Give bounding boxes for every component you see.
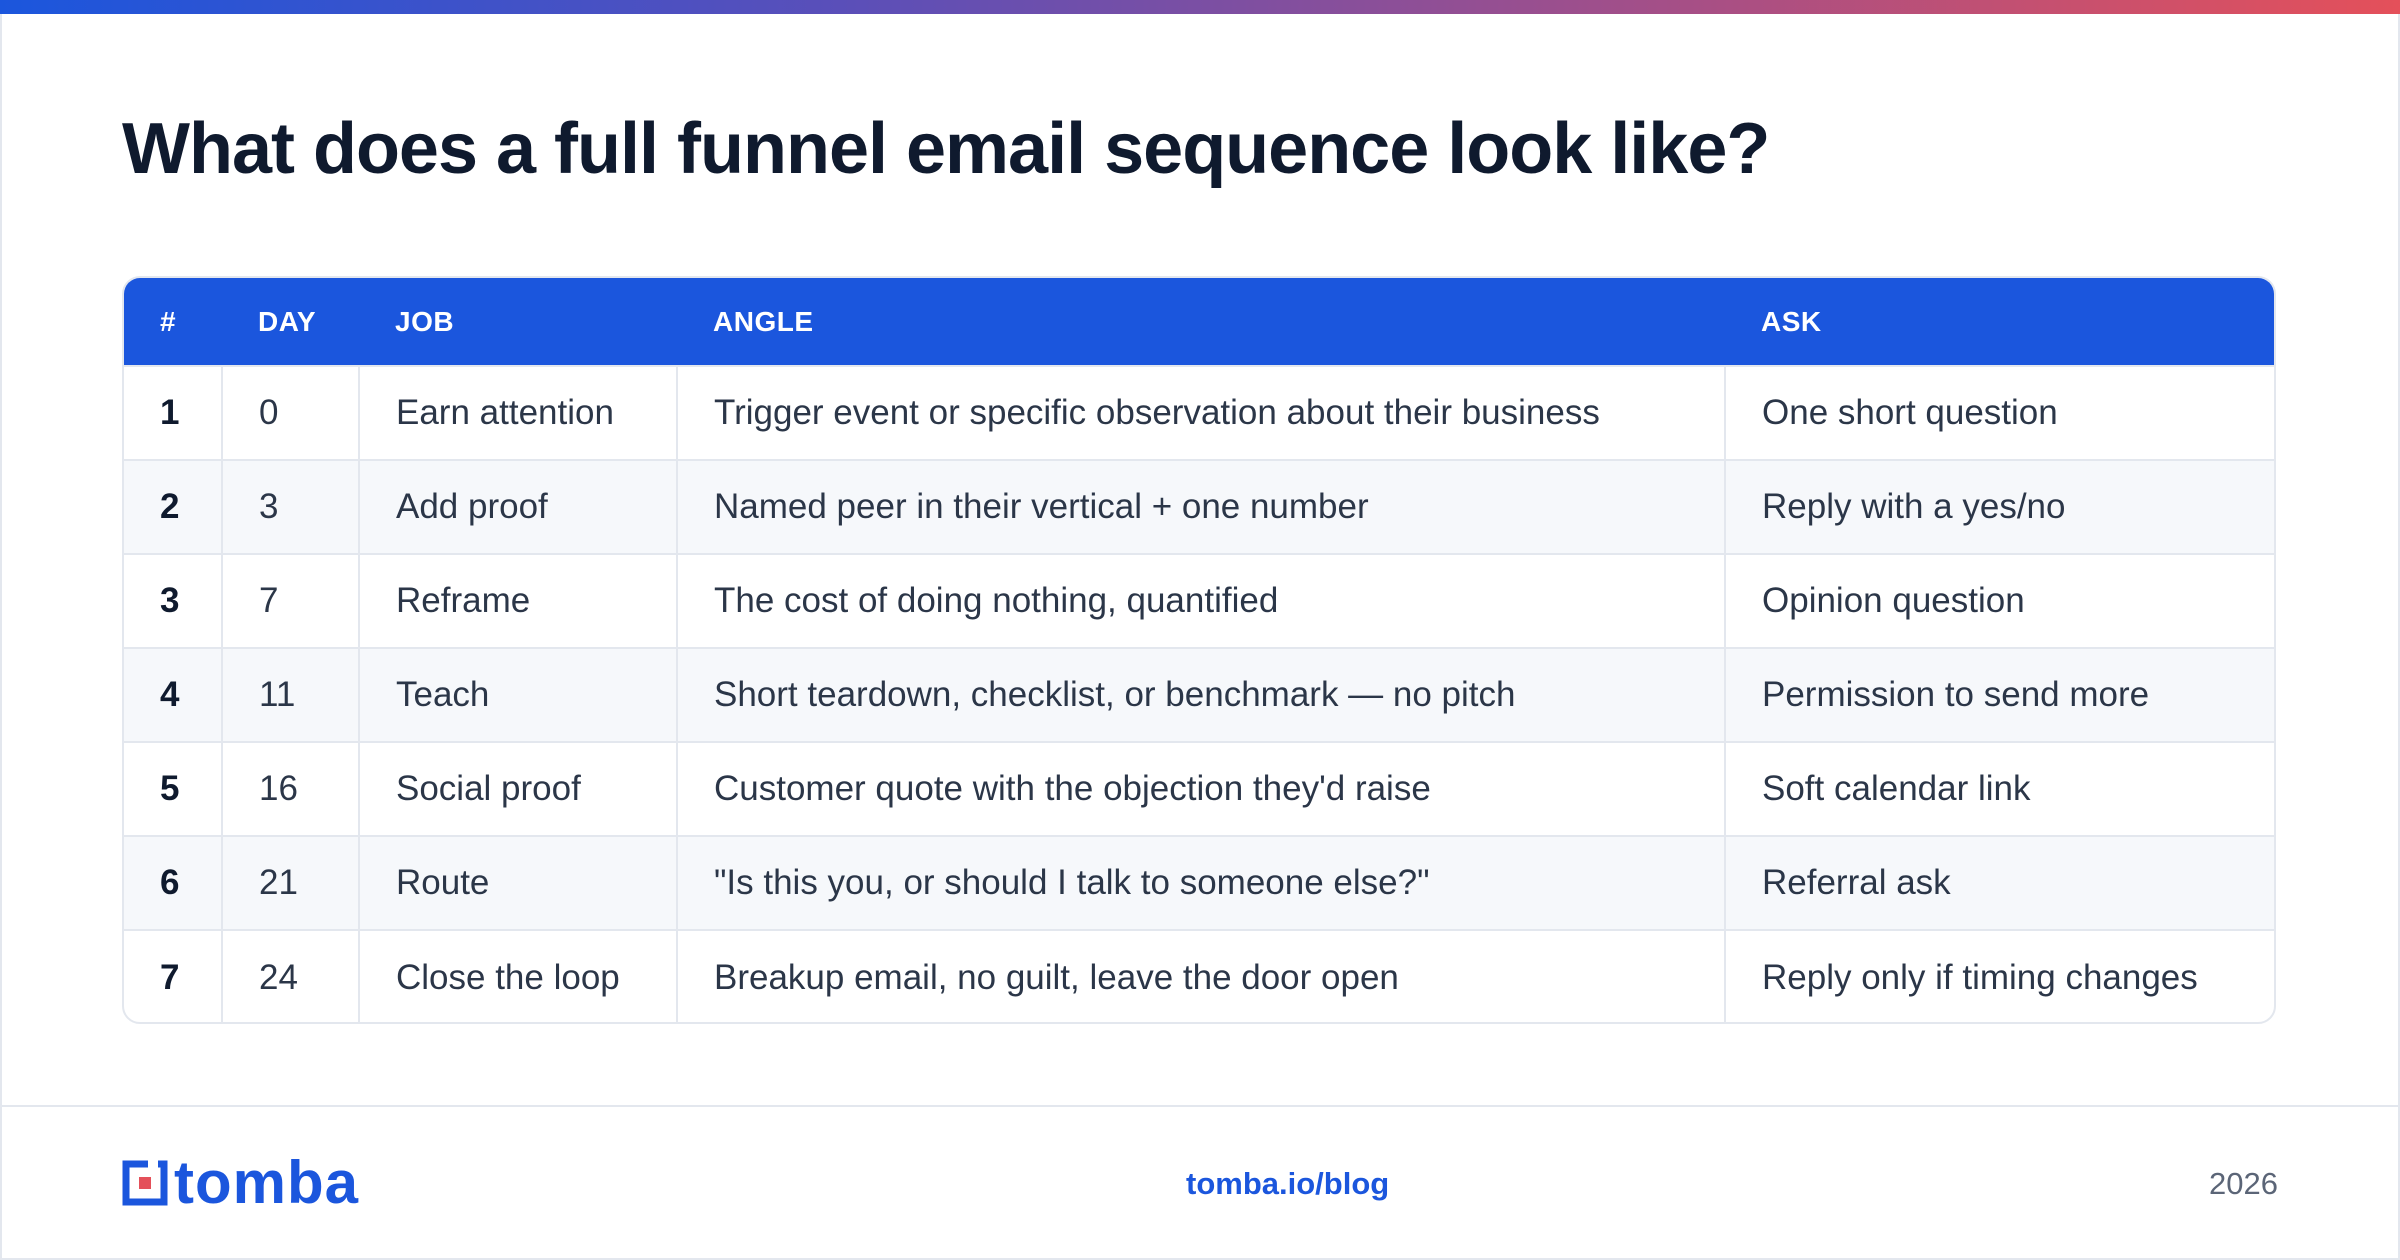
cell-ask: Referral ask [1724, 836, 2274, 930]
blog-link[interactable]: tomba.io/blog [1186, 1166, 1389, 1202]
sequence-table-card: # DAY JOB ANGLE ASK 1 0 Earn attention T… [122, 276, 2276, 1024]
cell-job: Teach [358, 648, 677, 742]
cell-job: Reframe [358, 554, 677, 648]
cell-angle: "Is this you, or should I talk to someon… [676, 836, 1725, 930]
header-angle: ANGLE [713, 305, 814, 337]
brand-logo: tomba [122, 1149, 359, 1216]
cell-number: 3 [160, 581, 180, 620]
table-row: 6 21 Route "Is this you, or should I tal… [124, 836, 2274, 930]
cell-number: 6 [160, 863, 180, 902]
cell-number: 5 [160, 769, 180, 808]
table-row: 5 16 Social proof Customer quote with th… [124, 742, 2274, 836]
cell-number: 1 [160, 393, 180, 432]
cell-day: 16 [221, 742, 359, 836]
table-row: 1 0 Earn attention Trigger event or spec… [124, 366, 2274, 460]
top-gradient-bar [0, 0, 2400, 14]
table-row: 7 24 Close the loop Breakup email, no gu… [124, 930, 2274, 1022]
cell-angle: Short teardown, checklist, or benchmark … [676, 648, 1725, 742]
cell-job: Route [358, 836, 677, 930]
cell-number: 2 [160, 487, 180, 526]
header-number: # [160, 305, 177, 337]
footer-divider [0, 1105, 2400, 1107]
table-row: 2 3 Add proof Named peer in their vertic… [124, 460, 2274, 554]
page-title: What does a full funnel email sequence l… [122, 109, 1770, 189]
cell-day: 7 [221, 554, 359, 648]
cell-day: 21 [221, 836, 359, 930]
table-row: 3 7 Reframe The cost of doing nothing, q… [124, 554, 2274, 648]
brand-name: tomba [174, 1149, 359, 1216]
cell-job: Add proof [358, 460, 677, 554]
cell-day: 24 [221, 930, 359, 1022]
cell-day: 11 [221, 648, 359, 742]
cell-number: 4 [160, 675, 180, 714]
cell-job: Social proof [358, 742, 677, 836]
cell-ask: One short question [1724, 366, 2274, 460]
cell-job: Earn attention [358, 366, 677, 460]
cell-ask: Soft calendar link [1724, 742, 2274, 836]
cell-ask: Permission to send more [1724, 648, 2274, 742]
cell-angle: Breakup email, no guilt, leave the door … [676, 930, 1725, 1022]
header-ask: ASK [1761, 305, 1822, 337]
cell-ask: Reply only if timing changes [1724, 930, 2274, 1022]
cell-angle: Trigger event or specific observation ab… [676, 366, 1725, 460]
cell-ask: Reply with a yes/no [1724, 460, 2274, 554]
cell-job: Close the loop [358, 930, 677, 1022]
table-row: 4 11 Teach Short teardown, checklist, or… [124, 648, 2274, 742]
sequence-table: # DAY JOB ANGLE ASK 1 0 Earn attention T… [124, 278, 2274, 1022]
cell-angle: The cost of doing nothing, quantified [676, 554, 1725, 648]
header-job: JOB [395, 305, 455, 337]
header-day: DAY [258, 305, 317, 337]
cell-ask: Opinion question [1724, 554, 2274, 648]
cell-day: 0 [221, 366, 359, 460]
cell-number: 7 [160, 957, 180, 997]
cell-angle: Customer quote with the objection they'd… [676, 742, 1725, 836]
table-header-row: # DAY JOB ANGLE ASK [124, 278, 2274, 366]
footer-year: 2026 [2209, 1166, 2278, 1201]
cell-angle: Named peer in their vertical + one numbe… [676, 460, 1725, 554]
tomba-logo-icon [122, 1160, 168, 1206]
cell-day: 3 [221, 460, 359, 554]
